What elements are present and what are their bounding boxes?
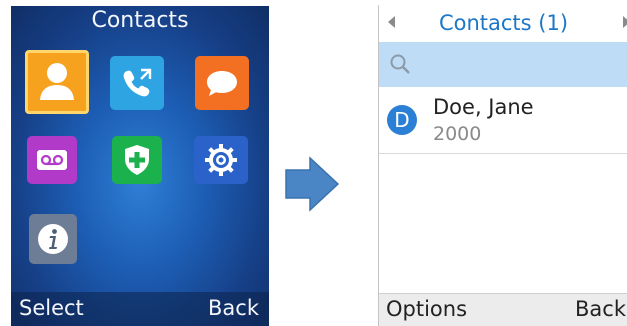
back-softkey[interactable]: Back	[575, 297, 626, 321]
voicemail-icon[interactable]	[27, 136, 77, 184]
right-arrow-icon	[284, 156, 342, 216]
options-softkey[interactable]: Options	[386, 297, 467, 321]
avatar: D	[387, 105, 417, 135]
softkey-bar: Options Back	[379, 293, 627, 326]
contacts-screen: Contacts (1) D Doe, Jane 2000 Options Ba…	[378, 5, 627, 326]
title-bar: Contacts (1)	[379, 5, 627, 41]
select-softkey[interactable]: Select	[19, 296, 84, 320]
main-menu-screen: Contacts Select Back	[11, 6, 269, 326]
back-softkey[interactable]: Back	[208, 296, 259, 320]
contact-number: 2000	[433, 123, 482, 145]
screen-title: Contacts	[91, 8, 189, 33]
settings-icon[interactable]	[194, 136, 248, 184]
contact-name: Doe, Jane	[433, 95, 534, 119]
calls-icon[interactable]	[110, 56, 164, 110]
softkey-bar: Select Back	[11, 292, 269, 326]
screen-title: Contacts (1)	[438, 11, 569, 35]
search-icon	[390, 54, 410, 74]
contacts-icon[interactable]	[25, 50, 89, 114]
info-icon[interactable]	[29, 214, 77, 264]
search-field[interactable]	[379, 42, 627, 87]
next-arrow-icon[interactable]	[623, 16, 627, 28]
security-icon[interactable]	[112, 136, 162, 184]
messages-icon[interactable]	[195, 56, 249, 110]
contact-list-item[interactable]: D Doe, Jane 2000	[379, 87, 627, 154]
